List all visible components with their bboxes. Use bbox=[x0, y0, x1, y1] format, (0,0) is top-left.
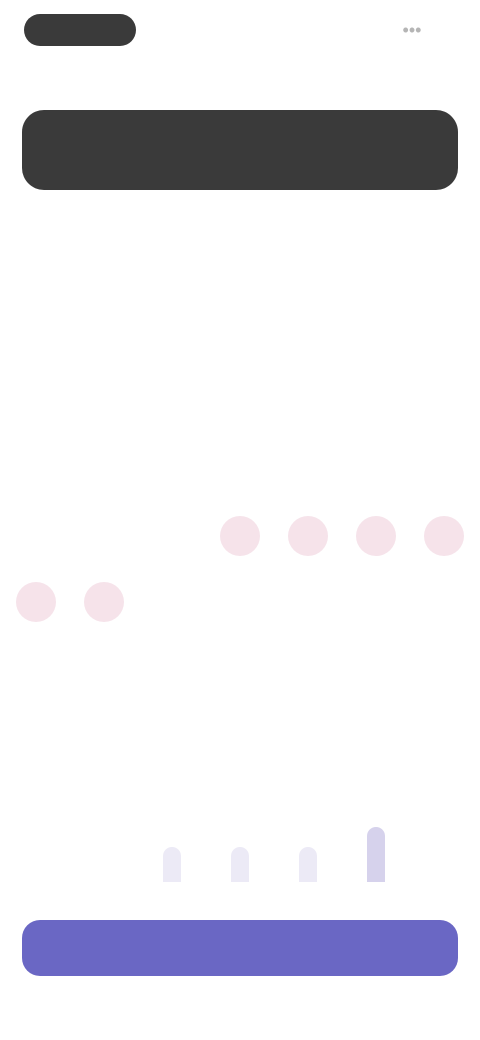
calendar-day[interactable] bbox=[220, 516, 260, 556]
back-button[interactable] bbox=[24, 14, 136, 46]
timeline-column[interactable] bbox=[410, 876, 478, 890]
calendar-day[interactable] bbox=[356, 516, 396, 556]
calendar-day[interactable] bbox=[220, 648, 260, 688]
calendar-day[interactable] bbox=[16, 384, 56, 424]
calendar-day[interactable] bbox=[288, 450, 328, 490]
calendar-day[interactable] bbox=[84, 648, 124, 688]
timeline-column[interactable] bbox=[2, 876, 70, 890]
calendar-day[interactable] bbox=[152, 648, 192, 688]
calendar-grid bbox=[2, 384, 478, 754]
timeline-bar bbox=[299, 847, 317, 882]
calendar-day[interactable] bbox=[356, 648, 396, 688]
calendar-day[interactable] bbox=[356, 384, 396, 424]
calendar-day[interactable] bbox=[16, 450, 56, 490]
timeline-column[interactable] bbox=[206, 841, 274, 890]
primary-cta-button[interactable] bbox=[22, 920, 458, 976]
timeline-column[interactable] bbox=[70, 876, 138, 890]
calendar-day[interactable] bbox=[288, 384, 328, 424]
timeline-chart bbox=[2, 740, 478, 890]
timeline-column[interactable] bbox=[274, 841, 342, 890]
summary-bar[interactable] bbox=[22, 110, 458, 190]
calendar-day[interactable] bbox=[16, 516, 56, 556]
calendar-day[interactable] bbox=[84, 516, 124, 556]
calendar-day[interactable] bbox=[152, 516, 192, 556]
calendar-day[interactable] bbox=[84, 582, 124, 622]
calendar-day[interactable] bbox=[152, 450, 192, 490]
calendar-day[interactable] bbox=[424, 450, 464, 490]
calendar-day[interactable] bbox=[356, 582, 396, 622]
calendar-day[interactable] bbox=[84, 450, 124, 490]
calendar-day[interactable] bbox=[220, 450, 260, 490]
more-menu-icon[interactable]: ••• bbox=[384, 16, 440, 44]
calendar-day[interactable] bbox=[356, 450, 396, 490]
calendar-day[interactable] bbox=[16, 648, 56, 688]
calendar-day[interactable] bbox=[220, 582, 260, 622]
calendar-day[interactable] bbox=[288, 648, 328, 688]
calendar-day[interactable] bbox=[424, 648, 464, 688]
timeline-column[interactable] bbox=[138, 841, 206, 890]
calendar-day[interactable] bbox=[424, 516, 464, 556]
calendar-day[interactable] bbox=[288, 582, 328, 622]
calendar-day[interactable] bbox=[152, 582, 192, 622]
calendar-day[interactable] bbox=[288, 516, 328, 556]
timeline-bar bbox=[231, 847, 249, 882]
timeline-bar bbox=[163, 847, 181, 882]
timeline-column[interactable] bbox=[342, 821, 410, 890]
calendar-day[interactable] bbox=[424, 384, 464, 424]
calendar-day[interactable] bbox=[424, 582, 464, 622]
calendar-day[interactable] bbox=[84, 384, 124, 424]
calendar-day[interactable] bbox=[16, 582, 56, 622]
timeline-bar bbox=[367, 827, 385, 882]
calendar-day[interactable] bbox=[152, 384, 192, 424]
calendar-day[interactable] bbox=[220, 384, 260, 424]
